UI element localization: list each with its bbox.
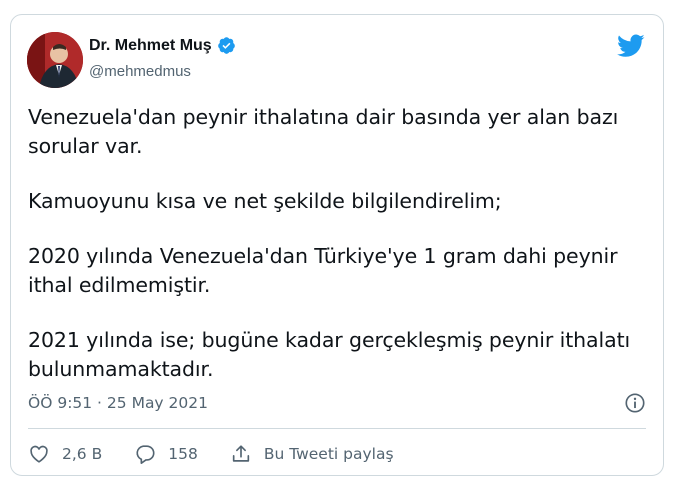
like-button[interactable]: 2,6 B	[28, 443, 102, 465]
twitter-bird-icon[interactable]	[617, 34, 645, 58]
tweet-actions: 2,6 B 158 Bu Tweeti paylaş	[28, 443, 426, 465]
reply-icon	[136, 445, 155, 464]
share-button[interactable]: Bu Tweeti paylaş	[230, 443, 394, 465]
share-icon	[232, 445, 249, 462]
like-count: 2,6 B	[62, 445, 103, 463]
tweet-paragraph-1: Venezuela'dan peynir ithalatına dair bas…	[28, 105, 619, 158]
reply-button[interactable]: 158	[134, 443, 198, 465]
heart-icon	[30, 445, 48, 463]
tweet-paragraph-2: Kamuoyunu kısa ve net şekilde bilgilendi…	[28, 189, 502, 213]
avatar[interactable]	[27, 32, 83, 88]
tweet-paragraph-4: 2021 yılında ise; bugüne kadar gerçekleş…	[28, 328, 631, 381]
share-label: Bu Tweeti paylaş	[263, 445, 394, 463]
info-icon[interactable]	[624, 392, 646, 414]
tweet-text: Venezuela'dan peynir ithalatına dair bas…	[28, 103, 648, 410]
verified-badge-icon	[217, 37, 235, 54]
reply-count: 158	[168, 445, 198, 463]
avatar-image	[27, 32, 83, 88]
author-name[interactable]: Dr. Mehmet Muş	[89, 37, 212, 55]
tweet-card[interactable]: Dr. Mehmet Muş @mehmedmus Venezuela'dan …	[10, 14, 664, 476]
tweet-paragraph-3: 2020 yılında Venezuela'dan Türkiye'ye 1 …	[28, 244, 618, 297]
divider	[28, 428, 646, 429]
author-row: Dr. Mehmet Muş	[89, 36, 236, 55]
tweet-timestamp[interactable]: ÖÖ 9:51 · 25 May 2021	[28, 394, 208, 412]
author-handle[interactable]: @mehmedmus	[89, 63, 191, 80]
